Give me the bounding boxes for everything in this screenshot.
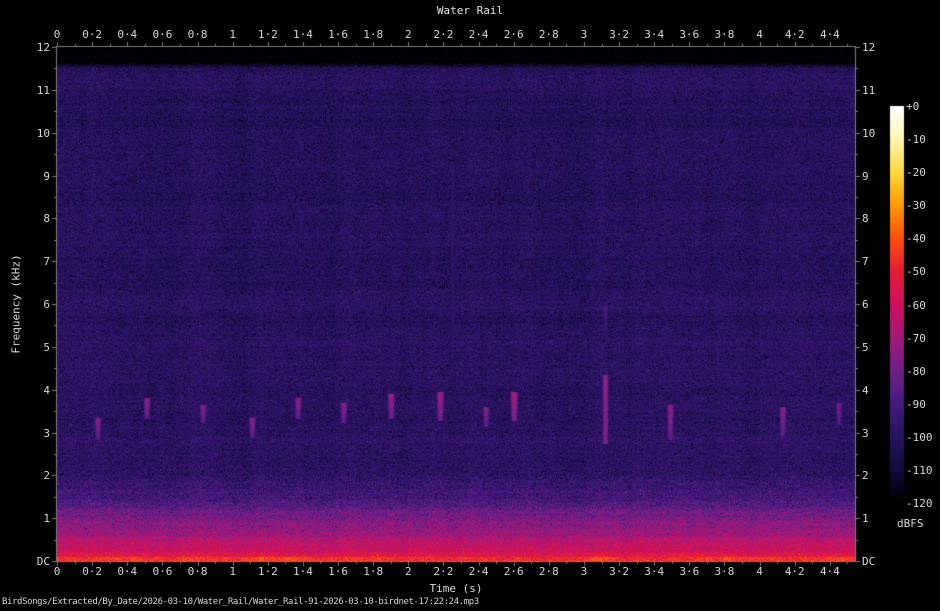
freq-tick-label-right: 8: [862, 212, 869, 225]
time-tick-label-bottom: 0·6: [152, 565, 172, 578]
freq-tick-label-left: 6: [0, 298, 50, 311]
time-tick-label-top: 3·6: [679, 28, 699, 41]
time-tick-label-bottom: 2·4: [469, 565, 489, 578]
time-tick-label-top: 4·4: [820, 28, 840, 41]
time-tick-label-bottom: 0·4: [117, 565, 137, 578]
source-file-path: BirdSongs/Extracted/By_Date/2026-03-10/W…: [2, 596, 479, 609]
freq-tick-label-right: DC: [862, 555, 875, 568]
time-tick-label-top: 1·6: [328, 28, 348, 41]
time-tick-label-bottom: 3·2: [609, 565, 629, 578]
freq-tick-label-left: 5: [0, 341, 50, 354]
colorbar-tick-label: -70: [906, 332, 926, 345]
freq-tick-label-right: 11: [862, 84, 875, 97]
freq-tick-label-left: 9: [0, 170, 50, 183]
time-tick-label-bottom: 3·8: [715, 565, 735, 578]
time-tick-label-top: 0·2: [82, 28, 102, 41]
colorbar-tick-label: -80: [906, 365, 926, 378]
time-tick-label-top: 2·2: [434, 28, 454, 41]
spectrogram-plot-canvas: [0, 0, 940, 611]
freq-tick-label-right: 1: [862, 512, 869, 525]
time-tick-label-top: 3·8: [715, 28, 735, 41]
time-tick-label-bottom: 0: [54, 565, 61, 578]
freq-tick-label-left: DC: [0, 555, 50, 568]
time-tick-label-top: 0·4: [117, 28, 137, 41]
time-tick-label-top: 3: [581, 28, 588, 41]
colorbar-tick-label: -20: [906, 166, 926, 179]
time-tick-label-top: 1·8: [363, 28, 383, 41]
time-tick-label-top: 1: [229, 28, 236, 41]
time-tick-label-bottom: 2·2: [434, 565, 454, 578]
time-tick-label-top: 0·6: [152, 28, 172, 41]
freq-tick-label-left: 2: [0, 469, 50, 482]
time-tick-label-bottom: 1·2: [258, 565, 278, 578]
time-tick-label-bottom: 2·6: [504, 565, 524, 578]
time-tick-label-top: 4: [756, 28, 763, 41]
spectrogram-window: Water Rail 0 0·2 0·4 0·6 0·8 1 1·2 1·4 1·6 1·8 2 2·…: [0, 0, 940, 611]
freq-tick-label-left: 3: [0, 427, 50, 440]
time-tick-label-top: 1·4: [293, 28, 313, 41]
time-tick-label-bottom: 0·8: [188, 565, 208, 578]
time-tick-label-top: 2: [405, 28, 412, 41]
freq-tick-label-right: 2: [862, 469, 869, 482]
time-tick-label-top: 2·4: [469, 28, 489, 41]
time-tick-label-bottom: 3·6: [679, 565, 699, 578]
colorbar-tick-label: +0: [906, 100, 919, 113]
colorbar-tick-label: -120: [906, 497, 933, 510]
time-tick-label-top: 2·8: [539, 28, 559, 41]
time-tick-label-bottom: 3: [581, 565, 588, 578]
freq-tick-label-right: 7: [862, 255, 869, 268]
colorbar-tick-label: -50: [906, 265, 926, 278]
freq-tick-label-right: 4: [862, 384, 869, 397]
time-tick-label-top: 1·2: [258, 28, 278, 41]
time-tick-label-bottom: 0·2: [82, 565, 102, 578]
freq-tick-label-left: 7: [0, 255, 50, 268]
time-tick-label-bottom: 1·4: [293, 565, 313, 578]
time-tick-label-top: 0: [54, 28, 61, 41]
time-tick-label-top: 3·4: [644, 28, 664, 41]
colorbar-tick-label: -40: [906, 232, 926, 245]
freq-tick-label-left: 8: [0, 212, 50, 225]
time-tick-label-top: 4·2: [785, 28, 805, 41]
freq-tick-label-right: 10: [862, 127, 875, 140]
colorbar-tick-label: -10: [906, 133, 926, 146]
time-tick-label-top: 0·8: [188, 28, 208, 41]
colorbar-tick-label: -30: [906, 199, 926, 212]
freq-tick-label-left: 11: [0, 84, 50, 97]
freq-tick-label-left: 12: [0, 41, 50, 54]
time-tick-label-bottom: 4·2: [785, 565, 805, 578]
time-axis-label: Time (s): [430, 582, 483, 595]
time-tick-label-top: 3·2: [609, 28, 629, 41]
freq-tick-label-right: 9: [862, 170, 869, 183]
time-tick-label-bottom: 1·6: [328, 565, 348, 578]
time-tick-label-bottom: 4·4: [820, 565, 840, 578]
colorbar-tick-label: -90: [906, 398, 926, 411]
time-tick-label-bottom: 2·8: [539, 565, 559, 578]
colorbar-tick-label: -110: [906, 464, 933, 477]
colorbar-unit-label: dBFS: [897, 517, 924, 530]
freq-tick-label-right: 5: [862, 341, 869, 354]
chart-title: Water Rail: [0, 4, 940, 17]
freq-tick-label-left: 4: [0, 384, 50, 397]
freq-tick-label-left: 10: [0, 127, 50, 140]
time-tick-label-bottom: 1: [229, 565, 236, 578]
freq-tick-label-right: 12: [862, 41, 875, 54]
frequency-axis-label: Frequency (kHz): [10, 254, 23, 353]
colorbar-tick-label: -100: [906, 431, 933, 444]
time-tick-label-bottom: 3·4: [644, 565, 664, 578]
time-tick-label-bottom: 2: [405, 565, 412, 578]
time-tick-label-bottom: 1·8: [363, 565, 383, 578]
freq-tick-label-left: 1: [0, 512, 50, 525]
freq-tick-label-right: 6: [862, 298, 869, 311]
freq-tick-label-right: 3: [862, 427, 869, 440]
colorbar-tick-label: -60: [906, 299, 926, 312]
time-tick-label-top: 2·6: [504, 28, 524, 41]
time-tick-label-bottom: 4: [756, 565, 763, 578]
